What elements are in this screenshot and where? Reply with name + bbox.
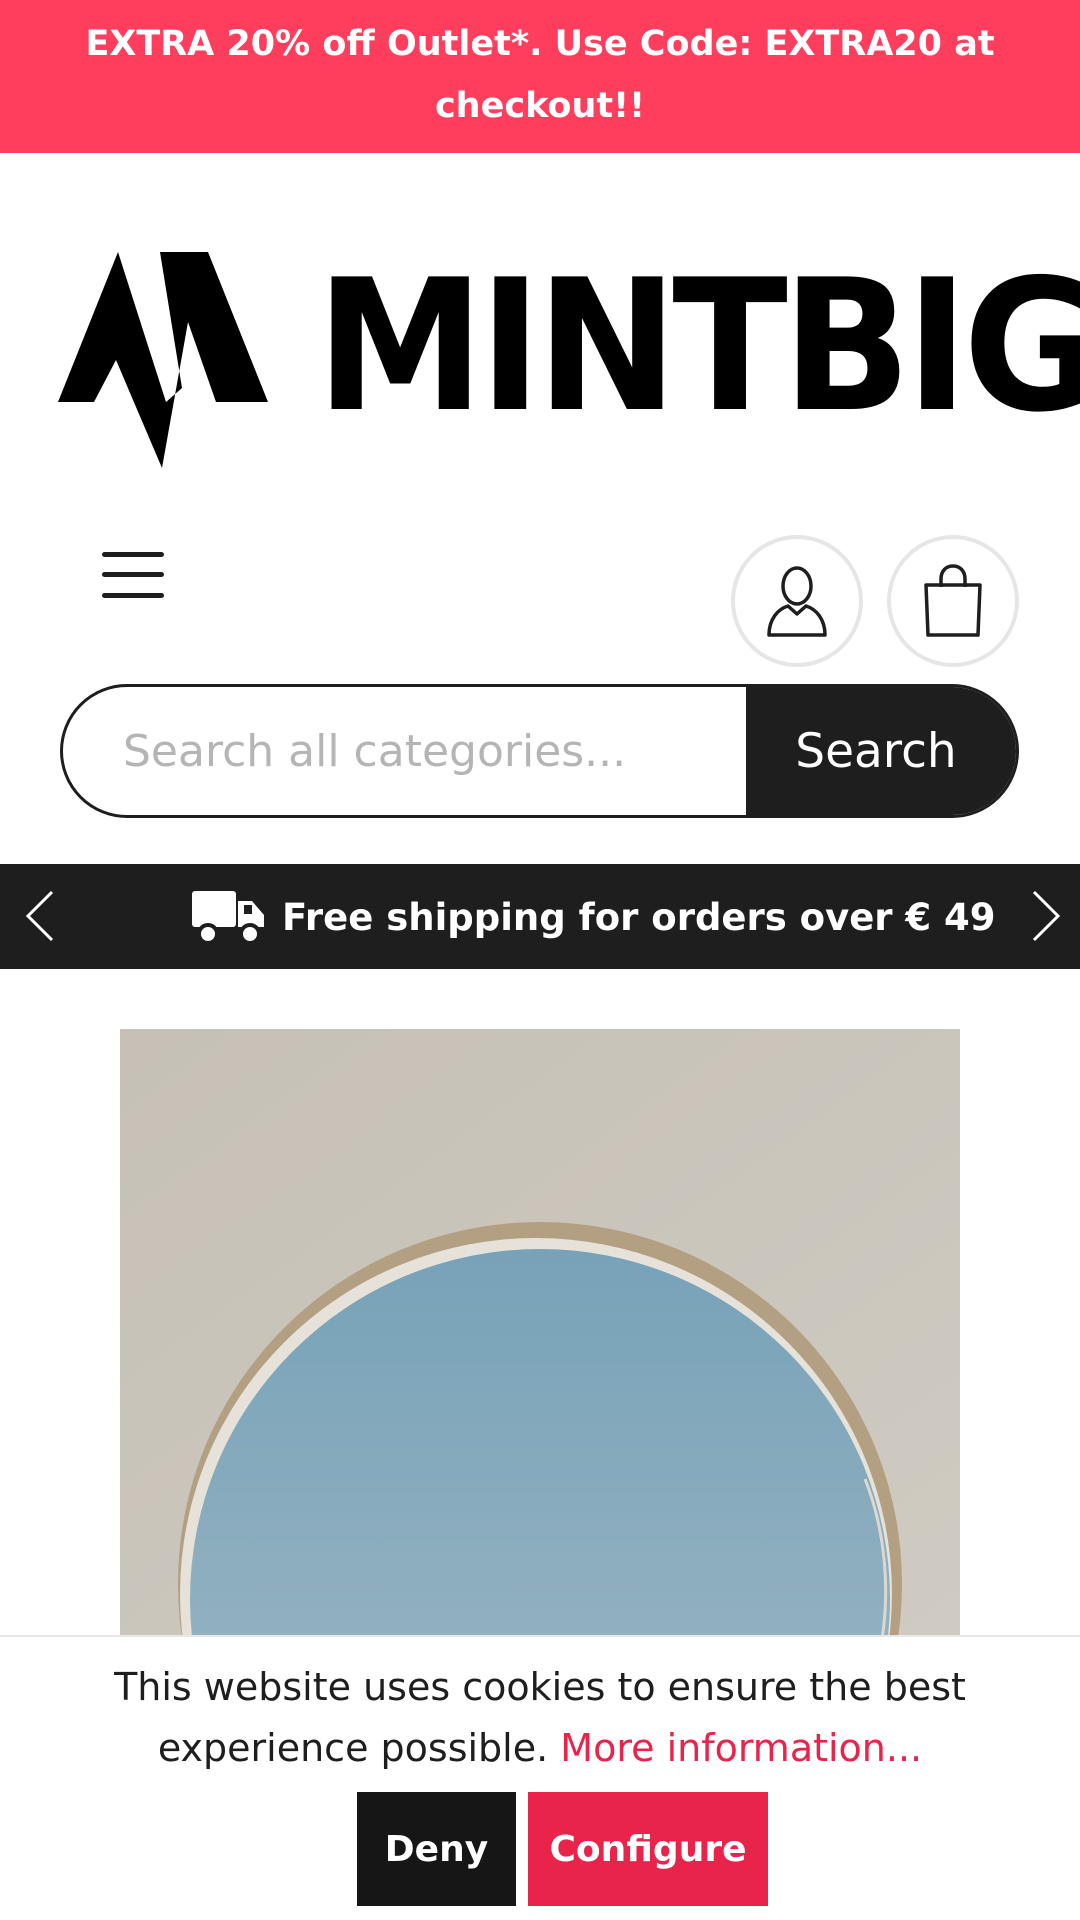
logo-text: MINTBIG xyxy=(316,240,1080,452)
chevron-left-icon[interactable] xyxy=(14,884,74,948)
logo-mark-icon xyxy=(58,252,268,468)
truck-icon xyxy=(192,891,264,945)
menu-button[interactable] xyxy=(96,548,170,606)
search-form: Search xyxy=(60,684,1019,818)
shopping-bag-icon xyxy=(924,564,982,637)
more-information-link[interactable]: More information... xyxy=(560,1726,922,1770)
shipping-message: Free shipping for orders over € 49 xyxy=(190,884,996,950)
search-input[interactable] xyxy=(63,687,746,815)
deny-button[interactable]: Deny xyxy=(357,1792,516,1906)
cookie-banner: This website uses cookies to ensure the … xyxy=(0,1635,1080,1920)
shipping-text: Free shipping for orders over € 49 xyxy=(282,895,996,939)
promo-line-2: checkout!! xyxy=(434,86,646,126)
hero-image[interactable] xyxy=(120,1029,960,1639)
chevron-right-icon[interactable] xyxy=(1016,884,1076,948)
shipping-bar: Free shipping for orders over € 49 xyxy=(0,864,1080,969)
promo-banner: EXTRA 20% off Outlet*. Use Code: EXTRA20… xyxy=(0,0,1080,153)
promo-line-1: EXTRA 20% off Outlet*. Use Code: EXTRA20… xyxy=(85,24,995,64)
account-button[interactable] xyxy=(731,535,863,667)
cookie-message: This website uses cookies to ensure the … xyxy=(80,1657,1000,1779)
cart-button[interactable] xyxy=(887,535,1019,667)
hamburger-menu-icon xyxy=(102,552,164,557)
configure-button[interactable]: Configure xyxy=(528,1792,768,1906)
search-button[interactable]: Search xyxy=(746,687,1016,815)
site-logo[interactable]: MINTBIG xyxy=(58,246,1080,472)
user-icon xyxy=(767,566,827,637)
hero-photo xyxy=(120,1029,960,1639)
